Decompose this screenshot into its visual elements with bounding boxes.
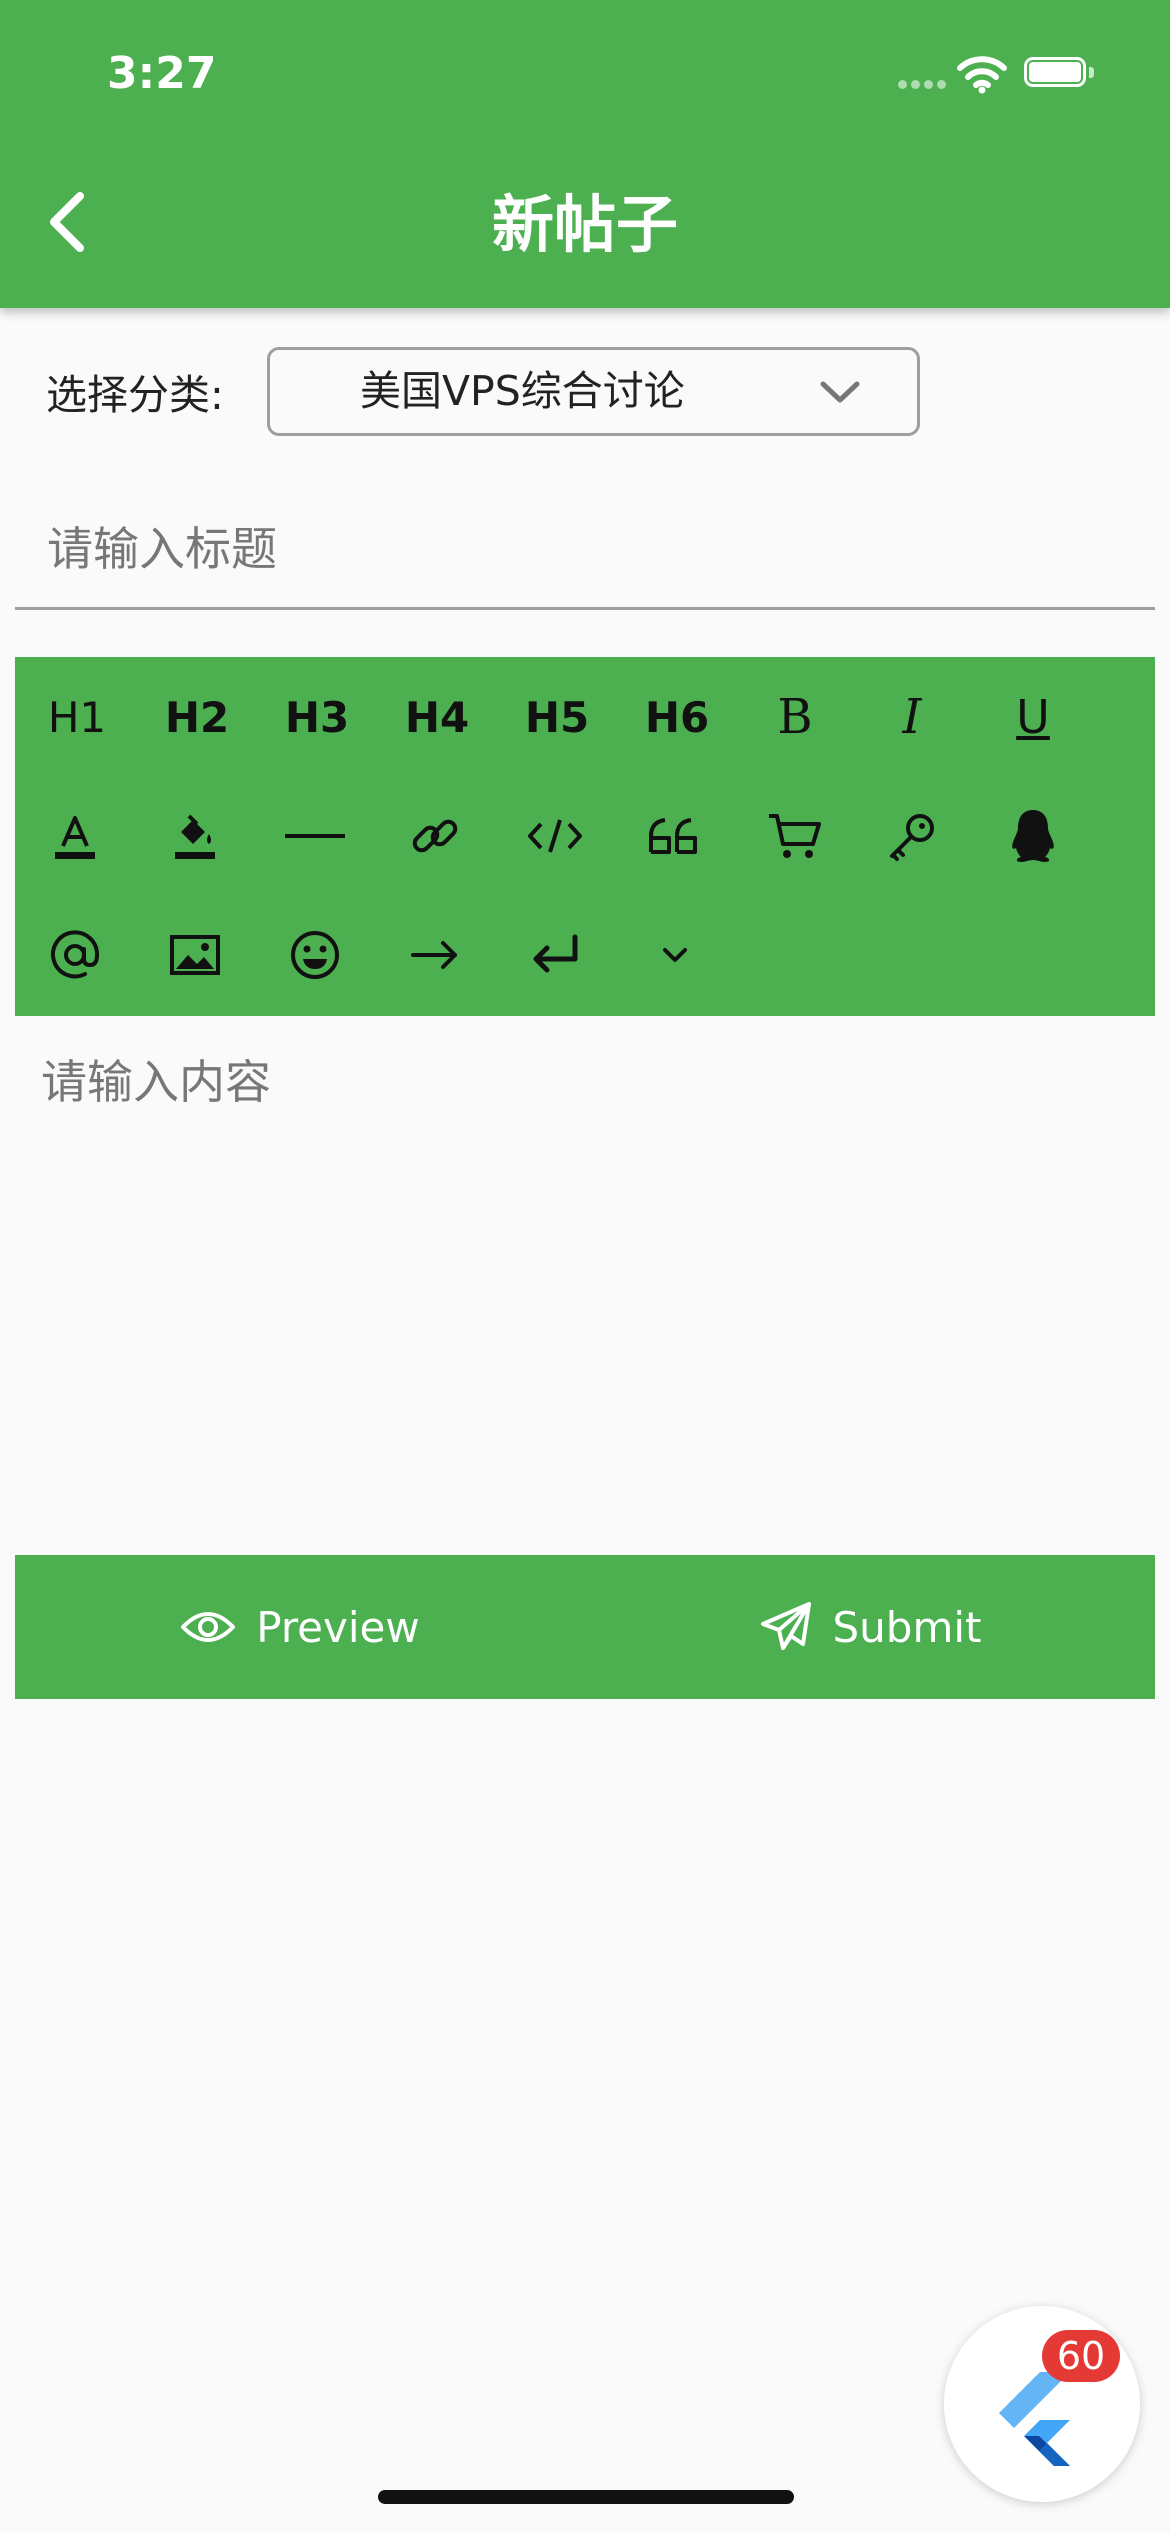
back-button[interactable]: [30, 180, 110, 260]
category-selected-value: 美国VPS综合讨论: [360, 367, 685, 415]
qq-button[interactable]: [988, 791, 1078, 881]
emoji-button[interactable]: [270, 910, 360, 1000]
enter-button[interactable]: [510, 910, 600, 1000]
image-button[interactable]: [150, 910, 240, 1000]
title-input[interactable]: [15, 490, 1155, 610]
battery-icon: [1024, 57, 1096, 91]
action-bar: Preview Submit: [15, 1555, 1155, 1699]
paper-plane-icon: [760, 1602, 811, 1650]
heading-3-button[interactable]: H3: [272, 672, 362, 762]
qq-icon: [1012, 810, 1054, 862]
cart-button[interactable]: [750, 791, 840, 881]
fps-count-badge: 60: [1042, 2330, 1120, 2382]
bold-button[interactable]: B: [750, 672, 840, 762]
more-tools-button[interactable]: [630, 910, 720, 1000]
home-indicator: [378, 2490, 794, 2504]
status-time: 3:27: [107, 48, 217, 99]
underline-button[interactable]: U: [988, 672, 1078, 762]
link-button[interactable]: [390, 791, 480, 881]
submit-button[interactable]: Submit: [585, 1555, 1155, 1699]
text-color-button[interactable]: [30, 791, 120, 881]
key-button[interactable]: [867, 791, 957, 881]
quote-icon: [649, 818, 697, 854]
preview-button[interactable]: Preview: [15, 1555, 585, 1699]
cart-icon: [769, 814, 821, 858]
emoji-icon: [291, 931, 339, 979]
submit-label: Submit: [832, 1602, 982, 1652]
chevron-down-icon: [663, 948, 687, 962]
app-bar: 3:27 新帖子: [0, 0, 1170, 308]
flutter-debug-badge[interactable]: 60: [944, 2306, 1140, 2502]
heading-4-button[interactable]: H4: [392, 672, 482, 762]
fill-color-icon: [175, 814, 215, 859]
code-button[interactable]: [510, 791, 600, 881]
eye-icon: [181, 1612, 236, 1642]
key-icon: [890, 814, 934, 861]
arrow-right-button[interactable]: [390, 910, 480, 1000]
category-dropdown[interactable]: 美国VPS综合讨论: [267, 347, 920, 436]
italic-button[interactable]: I: [867, 672, 957, 762]
chevron-down-icon: [820, 381, 860, 403]
code-icon: [528, 819, 582, 853]
content-input[interactable]: [15, 1016, 1155, 1556]
heading-1-button[interactable]: H1: [32, 672, 122, 762]
horizontal-rule-icon: [285, 834, 345, 838]
status-icons: [898, 52, 1118, 96]
horizontal-rule-button[interactable]: [270, 791, 360, 881]
arrow-right-icon: [411, 941, 457, 969]
link-icon: [412, 819, 458, 853]
heading-5-button[interactable]: H5: [512, 672, 602, 762]
enter-icon: [533, 934, 578, 973]
page-title: 新帖子: [491, 188, 678, 261]
category-label: 选择分类:: [46, 371, 224, 419]
flutter-logo-icon: [999, 2372, 1070, 2466]
fill-color-button[interactable]: [150, 791, 240, 881]
image-icon: [170, 935, 220, 975]
mention-icon: [51, 930, 100, 979]
mention-button[interactable]: [30, 910, 120, 1000]
wifi-icon: [957, 56, 1007, 94]
heading-2-button[interactable]: H2: [152, 672, 242, 762]
text-color-icon: [55, 816, 95, 859]
editor-toolbar: H1 H2 H3 H4 H5 H6 B I U: [15, 657, 1155, 1016]
preview-label: Preview: [256, 1602, 420, 1652]
chevron-left-icon: [50, 192, 84, 252]
heading-6-button[interactable]: H6: [632, 672, 722, 762]
quote-button[interactable]: [630, 791, 720, 881]
